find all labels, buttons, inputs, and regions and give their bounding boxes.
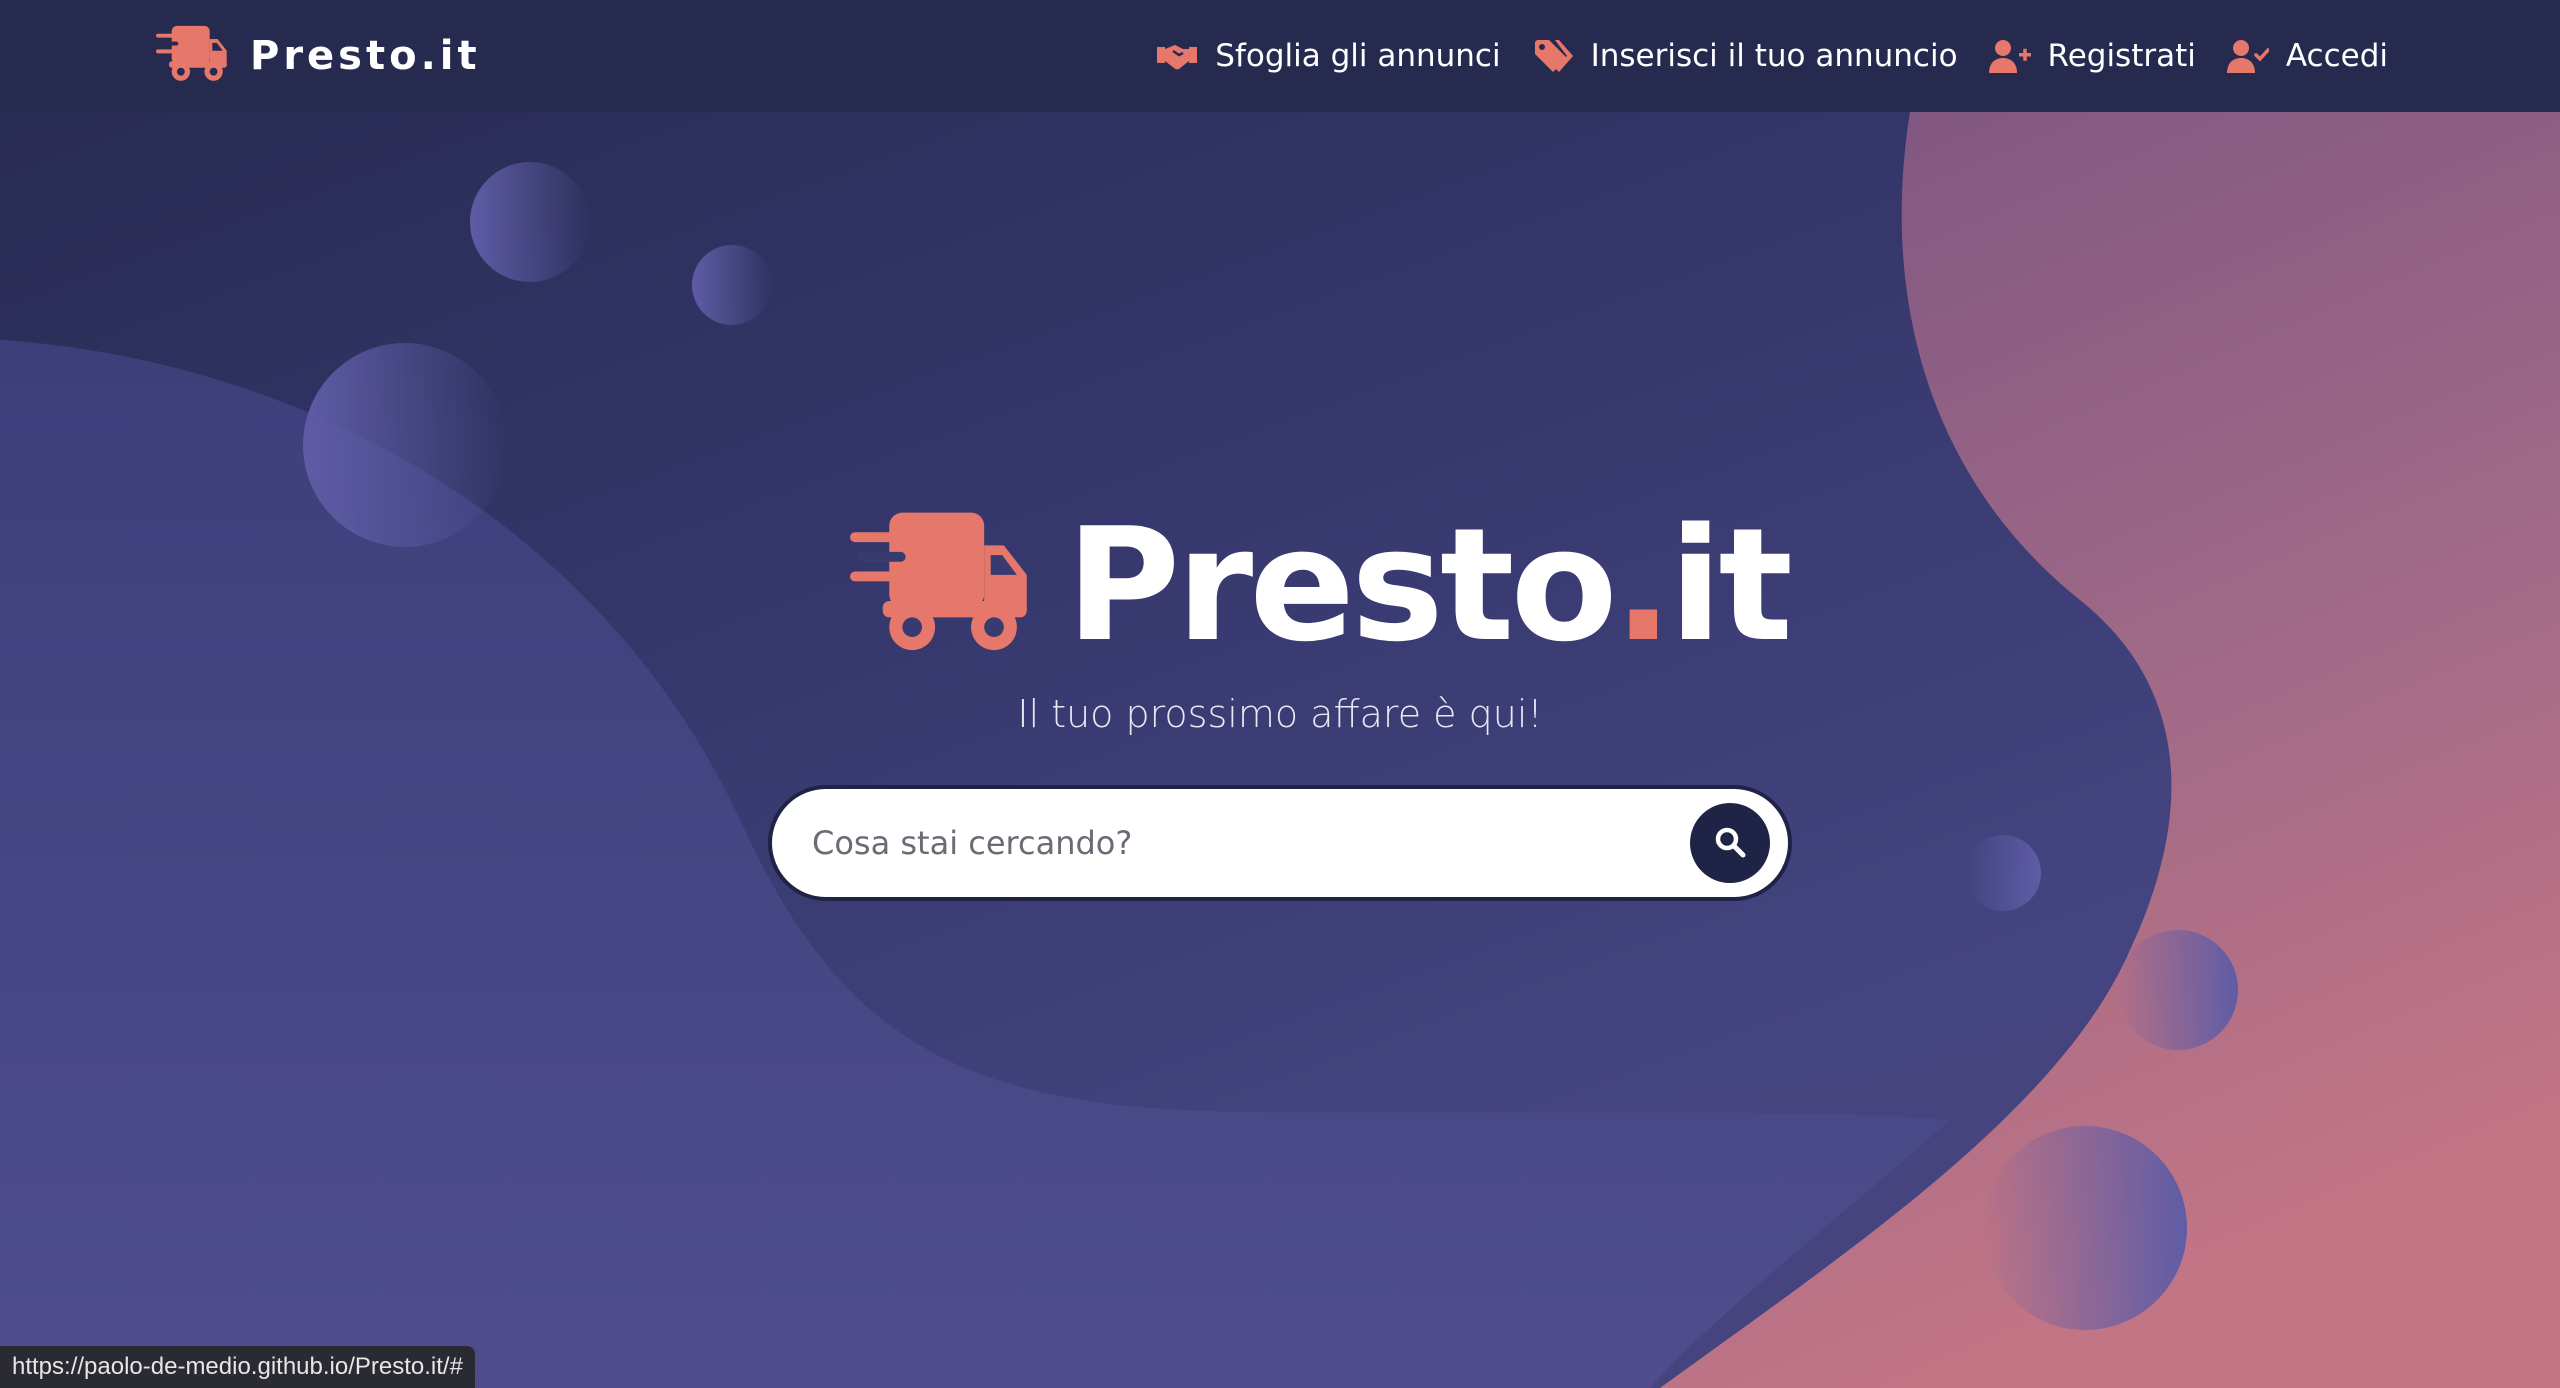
search-bar	[768, 785, 1792, 901]
search-input[interactable]	[772, 789, 1690, 897]
nav-label: Inserisci il tuo annuncio	[1590, 38, 1958, 74]
nav-links: Sfoglia gli annunci Inserisci il tuo ann…	[1155, 0, 2388, 112]
hero-title: Presto.it	[1066, 507, 1793, 663]
nav-item-browse-ads[interactable]: Sfoglia gli annunci	[1155, 36, 1501, 76]
hero-title-main: Presto	[1066, 494, 1618, 676]
handshake-icon	[1155, 36, 1199, 76]
nav-item-login[interactable]: Accedi	[2226, 36, 2388, 76]
nav-label: Sfoglia gli annunci	[1215, 38, 1501, 74]
hero-title-dot: .	[1613, 494, 1673, 676]
user-plus-icon	[1988, 36, 2032, 76]
page-background: Presto.it Sfoglia gli annunci Inserisci …	[0, 0, 2560, 1388]
status-bar-url: https://paolo-de-medio.github.io/Presto.…	[0, 1346, 475, 1388]
hero-tagline: Il tuo prossimo affare è qui!	[1017, 692, 1543, 736]
tags-icon	[1531, 36, 1575, 76]
truck-fast-icon	[156, 24, 228, 88]
nav-label: Registrati	[2047, 38, 2196, 74]
user-check-icon	[2226, 36, 2270, 76]
truck-fast-icon	[850, 509, 1030, 661]
search-icon	[1714, 826, 1746, 861]
navbar: Presto.it Sfoglia gli annunci Inserisci …	[0, 0, 2560, 112]
nav-item-register[interactable]: Registrati	[1988, 36, 2196, 76]
nav-label: Accedi	[2285, 38, 2388, 74]
hero-logo: Presto.it	[850, 505, 1793, 665]
brand-link[interactable]: Presto.it	[156, 18, 481, 94]
brand-name: Presto.it	[250, 33, 481, 79]
nav-item-post-ad[interactable]: Inserisci il tuo annuncio	[1531, 36, 1958, 76]
search-button[interactable]	[1690, 803, 1770, 883]
hero-title-tld: it	[1668, 494, 1793, 676]
